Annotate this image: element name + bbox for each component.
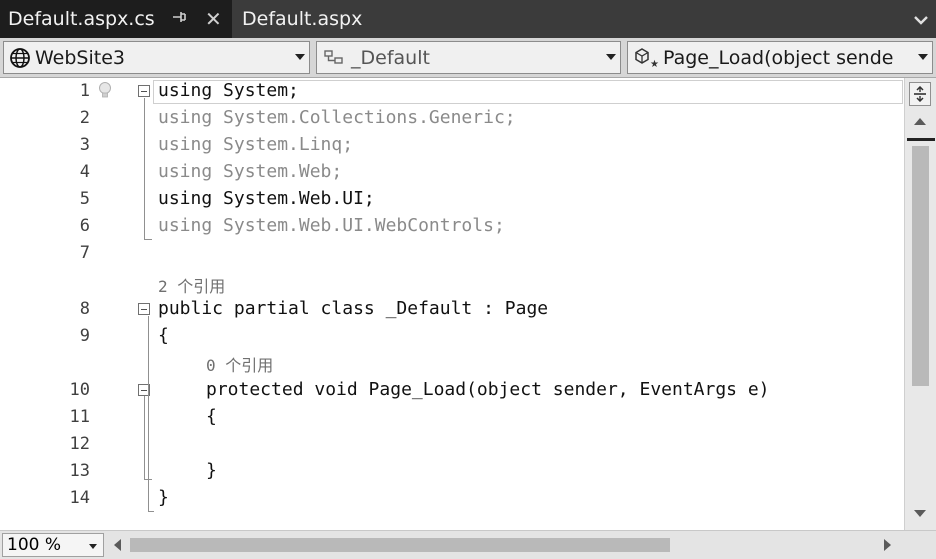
vertical-scroll-thumb[interactable] <box>912 146 929 386</box>
code-text: protected void Page_Load(object sender, … <box>206 379 770 400</box>
codelens-references[interactable]: 2 个引用 <box>158 273 225 297</box>
line-number: 8 <box>79 299 90 319</box>
code-text: public partial class _Default : Page <box>158 298 549 319</box>
scroll-left-icon[interactable] <box>114 539 121 551</box>
line-number: 4 <box>79 162 90 182</box>
code-line: 4 using System.Web; <box>0 159 904 186</box>
chevron-down-icon <box>914 16 928 25</box>
tab-label: Default.aspx.cs <box>8 8 155 30</box>
close-icon[interactable]: ✕ <box>205 7 222 31</box>
member-name: Page_Load(object sende <box>663 46 894 69</box>
code-line: 7 <box>0 240 904 267</box>
class-dropdown[interactable]: _Default <box>316 41 621 74</box>
line-number: 1 <box>79 81 90 101</box>
line-number: 9 <box>79 326 90 346</box>
navigation-bar: WebSite3 _Default ★ Page_Load(object sen… <box>0 38 936 78</box>
line-number: 3 <box>79 135 90 155</box>
svg-text:★: ★ <box>650 59 659 69</box>
fold-guide <box>144 396 145 480</box>
code-text: } <box>158 487 169 508</box>
project-name: WebSite3 <box>35 46 125 69</box>
tab-default-aspx-cs[interactable]: Default.aspx.cs ✕ <box>0 0 232 38</box>
lightbulb-icon[interactable] <box>98 81 112 105</box>
fold-guide <box>148 316 149 512</box>
line-number: 12 <box>69 434 90 454</box>
line-number: 14 <box>69 488 90 508</box>
code-text: } <box>206 460 217 481</box>
code-text: using System.Collections.Generic; <box>158 107 516 128</box>
horizontal-scroll-thumb[interactable] <box>130 538 670 552</box>
line-number: 7 <box>79 243 90 263</box>
code-line: 3 using System.Linq; <box>0 132 904 159</box>
code-line: 6 using System.Web.UI.WebControls; <box>0 213 904 240</box>
fold-guide-end <box>148 511 154 512</box>
chevron-down-icon <box>295 54 305 60</box>
code-text: using System.Web.UI.WebControls; <box>158 215 505 236</box>
code-line: 10 protected void Page_Load(object sende… <box>0 377 904 404</box>
code-line: 5 using System.Web.UI; <box>0 186 904 213</box>
chevron-down-icon <box>918 54 928 60</box>
line-number: 2 <box>79 108 90 128</box>
code-text: using System; <box>158 80 299 101</box>
line-number: 13 <box>69 461 90 481</box>
tab-default-aspx[interactable]: Default.aspx <box>236 0 436 38</box>
editor-bottom-bar: 100 % <box>0 530 936 559</box>
code-text: using System.Linq; <box>158 134 354 155</box>
collapse-icon[interactable] <box>138 303 150 315</box>
class-icon <box>323 48 347 68</box>
tab-label: Default.aspx <box>242 8 363 30</box>
fold-guide <box>144 98 145 240</box>
method-icon: ★ <box>633 47 659 69</box>
fold-guide-end <box>144 479 152 480</box>
code-line: 8 public partial class _Default : Page <box>0 296 904 323</box>
code-line: 9 { <box>0 323 904 350</box>
collapse-icon[interactable] <box>138 85 150 97</box>
code-line: 14 } <box>0 485 904 512</box>
code-text: { <box>158 325 169 346</box>
code-line: 2 using System.Collections.Generic; <box>0 105 904 132</box>
scroll-right-icon[interactable] <box>884 539 891 551</box>
code-line: 11 { <box>0 404 904 431</box>
project-dropdown[interactable]: WebSite3 <box>3 41 310 74</box>
zoom-level: 100 % <box>7 535 62 555</box>
class-name: _Default <box>351 46 430 69</box>
line-number: 5 <box>79 189 90 209</box>
line-number: 6 <box>79 216 90 236</box>
tab-overflow-dropdown[interactable] <box>910 9 932 31</box>
code-text: using System.Web.UI; <box>158 188 375 209</box>
document-tab-bar: Default.aspx.cs ✕ Default.aspx <box>0 0 936 38</box>
code-line: 13 } <box>0 458 904 485</box>
zoom-dropdown[interactable]: 100 % <box>2 533 104 557</box>
scroll-up-icon[interactable] <box>914 118 926 125</box>
chevron-down-icon <box>89 544 97 549</box>
code-editor[interactable]: 1 using System; 2 using System.Collectio… <box>0 78 904 530</box>
code-line: 12 <box>0 431 904 458</box>
member-dropdown[interactable]: ★ Page_Load(object sende <box>627 41 933 74</box>
code-text: using System.Web; <box>158 161 343 182</box>
vertical-scrollbar[interactable] <box>904 78 936 530</box>
split-view-icon[interactable] <box>909 82 931 106</box>
code-text: { <box>206 406 217 427</box>
pin-icon[interactable] <box>170 6 188 33</box>
line-number: 10 <box>69 380 90 400</box>
chevron-down-icon <box>606 54 616 60</box>
globe-icon <box>9 47 31 69</box>
code-line: 1 using System; <box>0 78 904 105</box>
scroll-down-icon[interactable] <box>914 510 926 517</box>
line-number: 11 <box>69 407 90 427</box>
codelens-references[interactable]: 0 个引用 <box>206 352 273 376</box>
scroll-position-marker <box>907 138 935 141</box>
